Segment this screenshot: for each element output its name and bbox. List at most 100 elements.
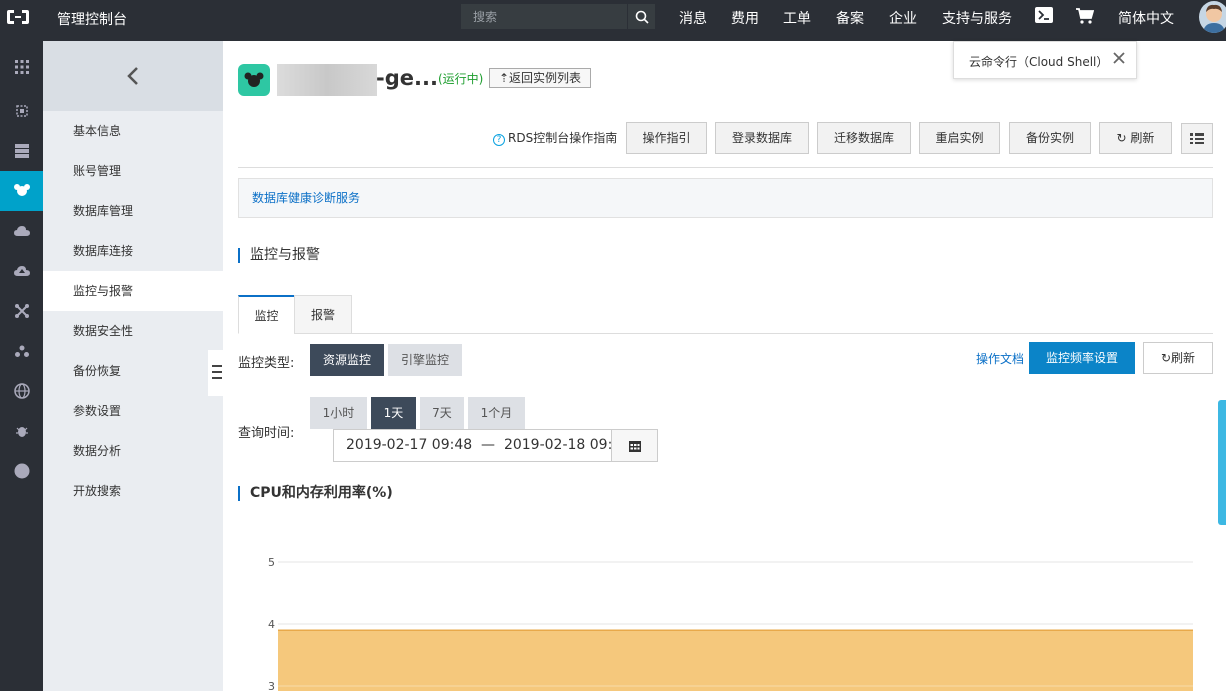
query-time-label: 查询时间: (238, 426, 295, 441)
tab-monitor[interactable]: 监控 (238, 295, 295, 334)
search-input[interactable] (461, 4, 627, 29)
sidebar-item-analysis[interactable]: 数据分析 (43, 431, 223, 471)
rail-cdn[interactable] (0, 251, 43, 291)
calendar-button[interactable] (611, 430, 657, 461)
health-diagnosis-link[interactable]: 数据库健康诊断服务 (238, 178, 1213, 218)
rail-domain[interactable] (0, 371, 43, 411)
rail-more[interactable] (0, 451, 43, 491)
rail-cloud[interactable] (0, 211, 43, 251)
nav-support[interactable]: 支持与服务 (942, 8, 1012, 28)
date-range-value: 2019-02-17 09:48 — 2019-02-18 09:48 (346, 437, 631, 453)
calendar-icon (628, 440, 641, 452)
monitor-refresh-button[interactable]: ↻刷新 (1143, 342, 1213, 374)
bug-icon (15, 427, 28, 437)
top-bar: 管理控制台 消息 费用 工单 备案 企业 支持与服务 简体中文 (0, 0, 1226, 41)
rail-cluster[interactable] (0, 331, 43, 371)
chip-icon (15, 105, 28, 117)
nav-messages[interactable]: 消息 (679, 8, 707, 28)
y-tick-label: 4 (268, 618, 275, 631)
monitor-frequency-button[interactable]: 监控频率设置 (1029, 342, 1135, 374)
backup-button[interactable]: 备份实例 (1009, 122, 1091, 154)
cloud-shell-tooltip: 云命令行（Cloud Shell） (953, 41, 1137, 79)
sidebar-item-connection[interactable]: 数据库连接 (43, 231, 223, 271)
back-to-list-button[interactable]: ⇡返回实例列表 (489, 68, 591, 88)
y-tick-label: 3 (268, 680, 275, 691)
rds-guide-label: RDS控制台操作指南 (508, 131, 618, 145)
range-1h-button[interactable]: 1小时 (310, 397, 367, 429)
sidebar-item-monitoring[interactable]: 监控与报警 (43, 271, 223, 311)
guide-button[interactable]: 操作指引 (626, 122, 707, 154)
nav-tickets[interactable]: 工单 (783, 8, 811, 28)
range-1m-button[interactable]: 1个月 (468, 397, 525, 429)
nav-enterprise[interactable]: 企业 (889, 8, 917, 28)
refresh-button[interactable]: ↻ 刷新 (1099, 122, 1172, 154)
instance-icon (238, 64, 270, 96)
resource-monitor-button[interactable]: 资源监控 (310, 344, 384, 376)
rail-iot[interactable] (0, 411, 43, 451)
range-7d-button[interactable]: 7天 (420, 397, 464, 429)
rail-rds[interactable] (0, 171, 43, 211)
operation-doc-link[interactable]: 操作文档 (976, 350, 1024, 367)
back-to-list-label: 返回实例列表 (509, 71, 582, 85)
section-title: 监控与报警 (238, 248, 320, 263)
refresh-label: 刷新 (1130, 131, 1155, 145)
console-title[interactable]: 管理控制台 (57, 9, 127, 29)
user-avatar-icon (1203, 4, 1225, 33)
help-icon: ? (493, 134, 505, 146)
series-area (278, 630, 1193, 691)
refresh-icon: ↻ (1160, 351, 1172, 365)
rds-database-icon (13, 184, 30, 196)
chevron-left-icon (127, 67, 138, 85)
cloud-shell-tooltip-text: 云命令行（Cloud Shell） (969, 55, 1109, 69)
sidebar-item-databases[interactable]: 数据库管理 (43, 191, 223, 231)
engine-monitor-button[interactable]: 引擎监控 (388, 344, 462, 376)
server-icon (14, 144, 29, 158)
feedback-side-tab[interactable] (1218, 400, 1226, 525)
range-1d-button[interactable]: 1天 (371, 397, 416, 429)
cluster-icon (14, 345, 29, 357)
list-icon (1190, 133, 1204, 144)
sidebar-collapse-handle[interactable] (208, 350, 224, 396)
rail-all-products[interactable] (0, 47, 43, 87)
collapse-menu-icon (212, 365, 222, 379)
globe-icon (13, 383, 30, 399)
divider (238, 167, 1213, 168)
search-icon (635, 10, 649, 24)
tab-alarm[interactable]: 报警 (294, 295, 352, 334)
login-db-button[interactable]: 登录数据库 (715, 122, 809, 154)
close-icon[interactable] (1112, 51, 1126, 65)
instance-name: -ge... (376, 66, 438, 90)
network-cross-icon (14, 304, 29, 318)
grid-icon (14, 60, 29, 74)
rds-guide-link[interactable]: ? RDS控制台操作指南 (493, 129, 617, 146)
sidebar-back-button[interactable] (43, 41, 223, 111)
sidebar-item-accounts[interactable]: 账号管理 (43, 151, 223, 191)
cloud-shell-icon[interactable] (1035, 7, 1053, 23)
instance-sidebar: 基本信息 账号管理 数据库管理 数据库连接 监控与报警 数据安全性 备份恢复 参… (43, 41, 223, 691)
rail-storage[interactable] (0, 131, 43, 171)
avatar[interactable] (1199, 1, 1226, 33)
nav-icp[interactable]: 备案 (836, 8, 864, 28)
list-view-button[interactable] (1181, 123, 1213, 154)
rail-ecs[interactable] (0, 91, 43, 131)
sidebar-item-parameters[interactable]: 参数设置 (43, 391, 223, 431)
sidebar-item-security[interactable]: 数据安全性 (43, 311, 223, 351)
restart-button[interactable]: 重启实例 (919, 122, 1000, 154)
date-range-picker[interactable]: 2019-02-17 09:48 — 2019-02-18 09:48 (333, 429, 658, 462)
rds-instance-icon (244, 72, 264, 87)
product-rail (0, 41, 43, 691)
aliyun-logo[interactable] (6, 9, 30, 25)
migrate-db-button[interactable]: 迁移数据库 (817, 122, 911, 154)
cart-icon[interactable] (1076, 8, 1094, 24)
sidebar-item-basic-info[interactable]: 基本信息 (43, 111, 223, 151)
sidebar-item-backup[interactable]: 备份恢复 (43, 351, 223, 391)
tabs-baseline (238, 333, 1213, 334)
language-switch[interactable]: 简体中文 (1118, 8, 1174, 28)
monitor-refresh-label: 刷新 (1171, 351, 1196, 365)
search-button[interactable] (627, 4, 655, 29)
rail-network[interactable] (0, 291, 43, 331)
sidebar-item-opensearch[interactable]: 开放搜索 (43, 471, 223, 511)
chart-title: CPU和内存利用率(%) (238, 486, 393, 501)
cloud-upload-icon (13, 266, 30, 276)
nav-billing[interactable]: 费用 (731, 8, 759, 28)
